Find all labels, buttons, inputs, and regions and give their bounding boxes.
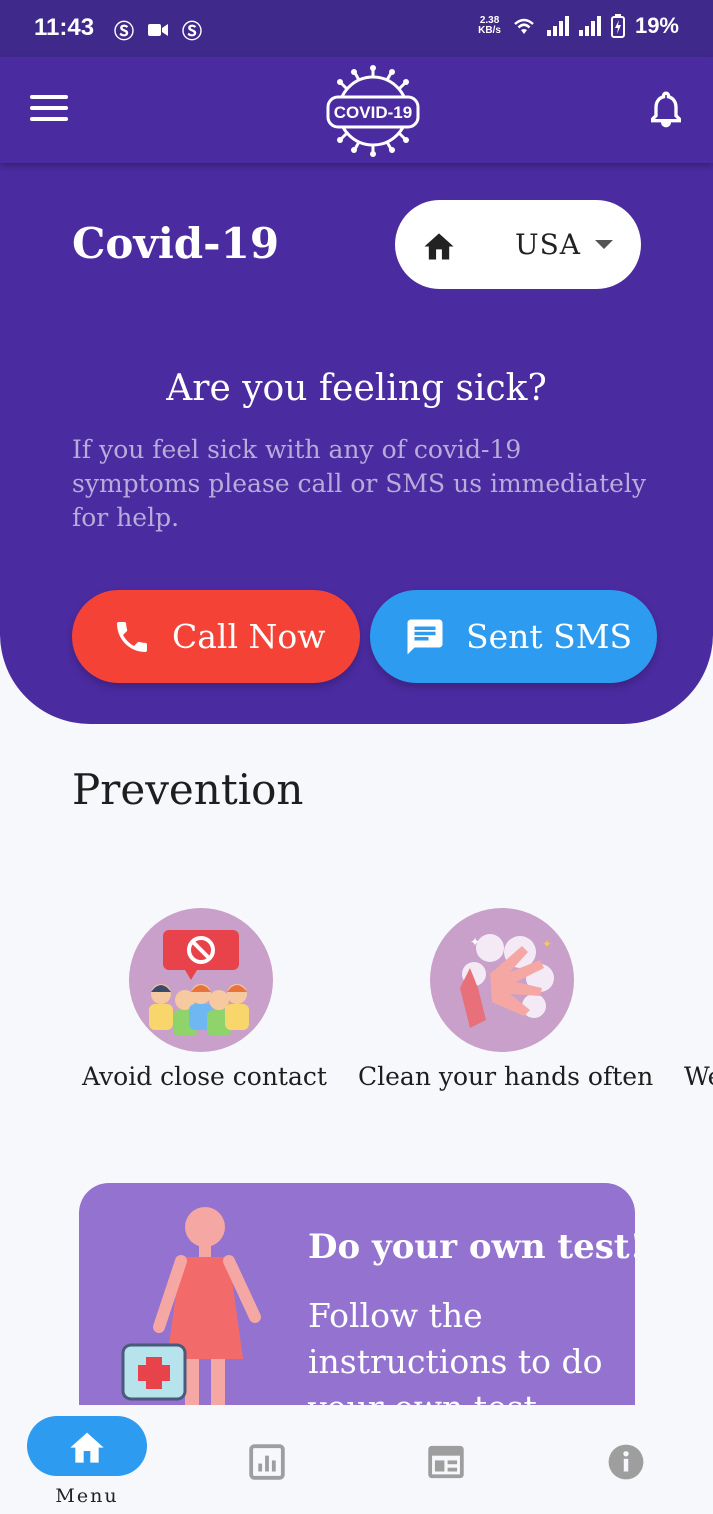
notification-icons: Ⓢ Ⓢ	[114, 15, 202, 44]
country-value: USA	[515, 228, 581, 261]
battery-level: 19%	[634, 13, 679, 38]
wifi-icon	[514, 18, 534, 34]
page-title: Covid-19	[72, 219, 280, 268]
send-sms-label: Sent SMS	[466, 617, 633, 656]
own-test-title: Do your own test!	[308, 1227, 635, 1267]
self-test-illustration	[121, 1207, 261, 1423]
covid-logo: COVID-19	[326, 65, 420, 157]
statistics-icon[interactable]	[248, 1443, 286, 1481]
app-bar: COVID-19	[0, 57, 713, 163]
send-sms-button[interactable]: Sent SMS	[370, 590, 657, 683]
status-time: 11:43	[34, 14, 95, 41]
message-icon	[407, 619, 443, 654]
nav-home-label: Menu	[55, 1485, 119, 1507]
signal-icon	[546, 16, 569, 36]
own-test-description: Follow the instructions to do your own t…	[308, 1296, 603, 1423]
net-speed: 2.38 KB/s	[478, 15, 501, 36]
app-notification-icon: Ⓢ	[182, 21, 202, 43]
home-icon	[70, 1432, 104, 1463]
app-notification-icon: Ⓢ	[114, 21, 134, 43]
signal-icon	[578, 16, 601, 36]
news-icon[interactable]	[427, 1443, 465, 1481]
hamburger-menu-icon[interactable]	[30, 95, 68, 125]
notification-bell-icon[interactable]	[646, 89, 686, 129]
sick-question: Are you feeling sick?	[166, 368, 547, 409]
nav-home-button[interactable]	[27, 1416, 147, 1476]
sick-description: If you feel sick with any of covid-19 sy…	[72, 435, 647, 532]
prevention-item-clean-hands[interactable]: ✦ ✦ Clean your hands often	[358, 908, 654, 1091]
svg-text:✦: ✦	[470, 935, 480, 949]
hero-section: Covid-19 USA Are you feeling sick? If yo…	[0, 163, 713, 724]
avoid-contact-illustration	[129, 908, 273, 1052]
info-icon[interactable]	[607, 1443, 645, 1481]
bottom-navigation: Menu	[0, 1405, 713, 1514]
clean-hands-label: Clean your hands often	[358, 1062, 654, 1091]
logo-text: COVID-19	[334, 103, 412, 122]
svg-text:✦: ✦	[542, 937, 552, 951]
video-icon	[148, 23, 168, 36]
battery-icon	[610, 14, 625, 38]
country-selector[interactable]: USA	[395, 200, 641, 289]
call-now-button[interactable]: Call Now	[72, 590, 360, 683]
prevention-item-partial[interactable]: We	[684, 908, 713, 1091]
own-test-card[interactable]: Do your own test! Follow the instruction…	[79, 1183, 635, 1423]
prevention-item-avoid-contact[interactable]: Avoid close contact	[82, 908, 327, 1091]
prevention-title: Prevention	[72, 765, 304, 814]
clean-hands-illustration: ✦ ✦	[430, 908, 574, 1052]
chevron-down-icon	[595, 240, 613, 249]
home-icon	[424, 232, 454, 260]
status-bar: 11:43 Ⓢ Ⓢ 2.38 KB/s 19%	[0, 0, 713, 57]
partial-item-label: We	[684, 1062, 713, 1091]
call-now-label: Call Now	[172, 617, 326, 656]
status-right: 2.38 KB/s 19%	[478, 13, 679, 39]
phone-icon	[117, 621, 147, 652]
avoid-contact-label: Avoid close contact	[82, 1062, 327, 1091]
